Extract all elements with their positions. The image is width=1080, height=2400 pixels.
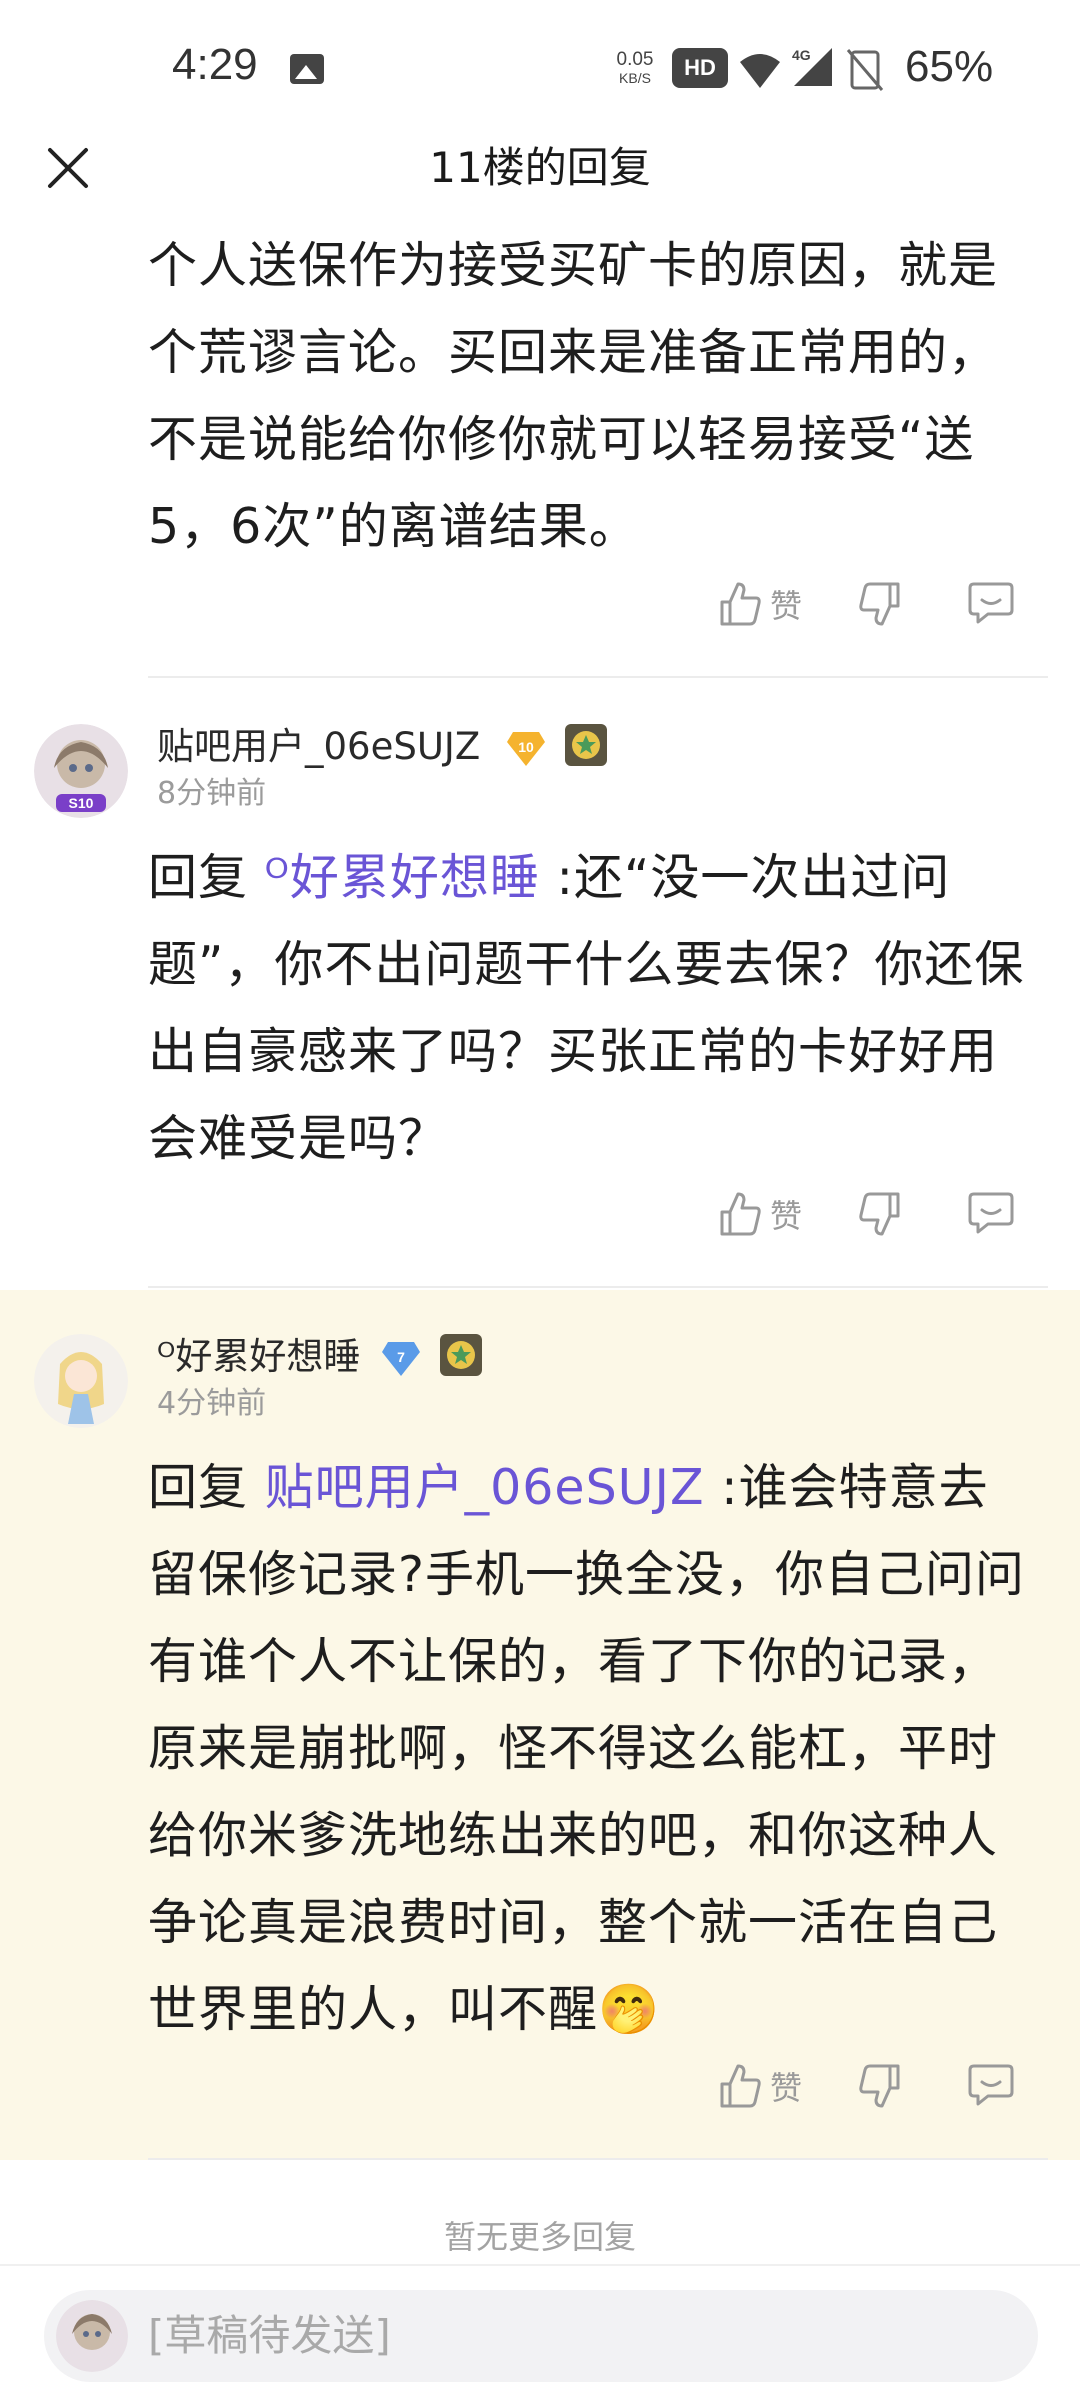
my-avatar [56, 2300, 128, 2372]
reply-prefix: 回复 [148, 1459, 265, 1516]
level-number: 7 [397, 1349, 405, 1365]
thumbs-up-icon [720, 1192, 761, 1236]
battery-saver-icon [846, 49, 884, 91]
dislike-button[interactable] [858, 580, 902, 632]
like-button[interactable]: 赞 [718, 2062, 802, 2110]
comment-icon [968, 1192, 1014, 1234]
comment-2-text: 回复 ᴼ好累好想睡 :还“没一次出过问题”，你不出问题干什么要去保？你还保出自豪… [148, 834, 1038, 1182]
comment-1-text: 个人送保作为接受买矿卡的原因，就是个荒谬言论。买回来是准备正常用的，不是说能给你… [148, 237, 999, 555]
reply-body: :谁会特意去留保修记录?手机一换全没，你自己问问有谁个人不让保的，看了下你的记录… [148, 1459, 1026, 2038]
thumbs-down-icon [859, 1192, 900, 1236]
user-avatar-image [34, 1334, 128, 1428]
draft-placeholder: [草稿待发送] [148, 2311, 391, 2360]
level-badge-icon: 10 [507, 732, 545, 766]
battery-level: 65% [905, 42, 994, 91]
reply-button[interactable] [968, 2062, 1014, 2112]
divider [148, 1286, 1048, 1288]
status-bar: 4:29 0.05 KB/S HD 4G 65% [0, 0, 1080, 140]
svg-text:S10: S10 [69, 795, 94, 811]
medal-icon [440, 1334, 482, 1376]
medal-icon [565, 724, 607, 766]
like-label: 赞 [770, 2069, 803, 2107]
like-label: 赞 [770, 1197, 803, 1235]
avatar[interactable] [34, 1334, 128, 1428]
page-title: 11楼的回复 [429, 143, 651, 192]
bottom-bar: [草稿待发送] [0, 2264, 1080, 2400]
level-number: 10 [518, 739, 534, 755]
dislike-button[interactable] [858, 2062, 902, 2114]
network-type: 4G [792, 47, 811, 63]
thumbs-down-icon [859, 2064, 900, 2108]
comment-3-text: 回复 贴吧用户_06eSUJZ :谁会特意去留保修记录?手机一换全没，你自己问问… [148, 1444, 1038, 2053]
thumbs-down-icon [859, 582, 900, 626]
user-avatar-image: S10 [34, 724, 128, 818]
comment-1-actions: 赞 [718, 580, 1038, 640]
thumbs-up-icon [720, 2064, 761, 2108]
gallery-notification-icon [290, 54, 324, 84]
divider [148, 2158, 1048, 2160]
comment-3-header: ᴼ好累好想睡 7 4分钟前 [0, 1334, 1080, 1444]
thumbs-up-icon [720, 582, 761, 626]
like-button[interactable]: 赞 [718, 580, 802, 628]
reply-button[interactable] [968, 580, 1014, 630]
like-label: 赞 [770, 587, 803, 625]
status-time: 4:29 [172, 40, 258, 89]
net-speed: 0.05 KB/S [610, 50, 660, 88]
mention-link[interactable]: 贴吧用户_06eSUJZ [265, 1459, 705, 1516]
comment-icon [968, 2064, 1014, 2106]
emoji: 🤭 [598, 1981, 661, 2038]
no-more-replies: 暂无更多回复 [443, 2218, 636, 2256]
dislike-button[interactable] [858, 1190, 902, 1242]
reply-input[interactable]: [草稿待发送] [44, 2290, 1038, 2382]
level-badge-icon: 7 [382, 1342, 420, 1376]
mention-link[interactable]: ᴼ好累好想睡 [265, 849, 540, 906]
comment-icon [968, 582, 1014, 624]
wifi-icon [740, 54, 780, 88]
signal-icon: 4G [792, 47, 832, 86]
divider [148, 676, 1048, 678]
post-time: 4分钟前 [157, 1386, 267, 1421]
comment-3-actions: 赞 [718, 2062, 1038, 2122]
net-speed-value: 0.05 [616, 49, 654, 70]
like-button[interactable]: 赞 [718, 1190, 802, 1238]
reply-prefix: 回复 [148, 849, 265, 906]
reply-button[interactable] [968, 1190, 1014, 1240]
avatar[interactable]: S10 [34, 724, 128, 818]
post-time: 8分钟前 [157, 776, 267, 811]
username[interactable]: ᴼ好累好想睡 [157, 1334, 360, 1380]
username[interactable]: 贴吧用户_06eSUJZ [157, 724, 480, 770]
net-speed-unit: KB/S [619, 70, 651, 86]
comment-2-header: S10 贴吧用户_06eSUJZ 10 8分钟前 [0, 724, 1080, 834]
hd-badge: HD [672, 48, 728, 88]
comment-2-actions: 赞 [718, 1190, 1038, 1250]
